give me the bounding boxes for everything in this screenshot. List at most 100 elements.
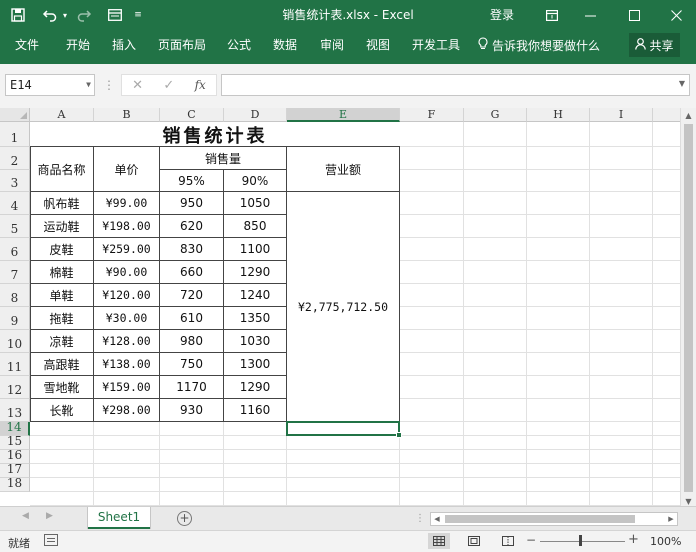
tab-review[interactable]: 审阅	[320, 30, 344, 60]
cell-sales-95[interactable]: 750	[160, 353, 224, 376]
selected-cell-e14[interactable]	[286, 421, 402, 438]
cell-unit-price[interactable]: ¥99.00	[94, 192, 160, 215]
table-title[interactable]: 销售统计表	[30, 122, 400, 147]
enter-icon[interactable]: ✓	[163, 78, 174, 93]
close-icon[interactable]	[660, 0, 692, 30]
header-unit-price[interactable]: 单价	[94, 147, 160, 192]
cell-product-name[interactable]: 单鞋	[30, 284, 94, 307]
tab-view[interactable]: 视图	[366, 30, 390, 60]
cell-product-name[interactable]: 皮鞋	[30, 238, 94, 261]
cancel-icon[interactable]: ✕	[132, 78, 143, 93]
column-header-d[interactable]: D	[224, 108, 287, 122]
cell-sales-95[interactable]: 950	[160, 192, 224, 215]
vertical-scroll-thumb[interactable]	[684, 124, 693, 492]
header-sales-95[interactable]: 95%	[160, 170, 224, 192]
prev-sheet-icon[interactable]: ◀	[22, 511, 29, 521]
chevron-down-icon[interactable]: ▼	[86, 75, 91, 95]
cell-unit-price[interactable]: ¥259.00	[94, 238, 160, 261]
customize-icon[interactable]: ≡	[132, 0, 144, 30]
row-header-4[interactable]: 4	[0, 192, 30, 215]
cell-unit-price[interactable]: ¥138.00	[94, 353, 160, 376]
formula-input[interactable]: ▼	[221, 74, 690, 96]
row-header-2[interactable]: 2	[0, 147, 30, 170]
header-revenue[interactable]: 营业额	[287, 147, 400, 192]
cell-sales-95[interactable]: 980	[160, 330, 224, 353]
cell-sales-95[interactable]: 1170	[160, 376, 224, 399]
form-icon[interactable]	[106, 0, 124, 30]
cell-sales-95[interactable]: 930	[160, 399, 224, 422]
tell-me-box[interactable]: 告诉我你想要做什么	[478, 30, 600, 60]
tab-home[interactable]: 开始	[66, 30, 90, 60]
tab-developer[interactable]: 开发工具	[412, 30, 460, 60]
row-header-9[interactable]: 9	[0, 307, 30, 330]
column-header-c[interactable]: C	[160, 108, 224, 122]
zoom-slider-thumb[interactable]	[579, 535, 582, 546]
cell-product-name[interactable]: 帆布鞋	[30, 192, 94, 215]
page-break-view-icon[interactable]	[497, 533, 519, 549]
header-sales-volume[interactable]: 销售量	[160, 147, 287, 170]
cell-sales-95[interactable]: 720	[160, 284, 224, 307]
cell-product-name[interactable]: 凉鞋	[30, 330, 94, 353]
minimize-icon[interactable]	[574, 0, 606, 30]
worksheet-grid[interactable]: ABCDEFGHI 1 2 3 4 5 6 7 8 9 10 11 12 13 14 15 16 17 18 销售…	[0, 108, 680, 506]
cell-sales-90[interactable]: 850	[224, 215, 287, 238]
horizontal-scrollbar[interactable]: ◀ ▶	[430, 512, 678, 526]
insert-function-icon[interactable]: fx	[195, 78, 206, 92]
next-sheet-icon[interactable]: ▶	[46, 511, 53, 521]
select-all-corner[interactable]	[0, 108, 30, 122]
row-header-11[interactable]: 11	[0, 353, 30, 376]
cell-unit-price[interactable]: ¥159.00	[94, 376, 160, 399]
share-button[interactable]: 共享	[629, 33, 680, 57]
cell-product-name[interactable]: 雪地靴	[30, 376, 94, 399]
cell-product-name[interactable]: 长靴	[30, 399, 94, 422]
zoom-in-icon[interactable]: +	[628, 532, 639, 547]
zoom-level[interactable]: 100%	[650, 535, 681, 548]
column-header-e[interactable]: E	[287, 108, 400, 122]
tab-data[interactable]: 数据	[273, 30, 297, 60]
row-header-5[interactable]: 5	[0, 215, 30, 238]
cell-unit-price[interactable]: ¥198.00	[94, 215, 160, 238]
cell-sales-90[interactable]: 1240	[224, 284, 287, 307]
cell-unit-price[interactable]: ¥120.00	[94, 284, 160, 307]
header-sales-90[interactable]: 90%	[224, 170, 287, 192]
zoom-out-icon[interactable]: −	[526, 533, 536, 547]
add-sheet-icon[interactable]: +	[177, 511, 192, 526]
row-header-6[interactable]: 6	[0, 238, 30, 261]
row-header-8[interactable]: 8	[0, 284, 30, 307]
cell-product-name[interactable]: 运动鞋	[30, 215, 94, 238]
undo-dropdown-icon[interactable]: ▾	[60, 0, 70, 30]
row-header-12[interactable]: 12	[0, 376, 30, 399]
header-product-name[interactable]: 商品名称	[30, 147, 94, 192]
split-grip[interactable]: ⋮	[415, 513, 425, 524]
column-header-i[interactable]: I	[590, 108, 653, 122]
undo-icon[interactable]	[40, 0, 60, 30]
maximize-icon[interactable]	[618, 0, 650, 30]
tab-file[interactable]: 文件	[15, 30, 39, 60]
cell-sales-95[interactable]: 610	[160, 307, 224, 330]
column-header-g[interactable]: G	[464, 108, 527, 122]
cell-sales-90[interactable]: 1290	[224, 261, 287, 284]
redo-icon[interactable]	[74, 0, 94, 30]
ribbon-display-icon[interactable]	[536, 0, 568, 30]
sheet-tab-sheet1[interactable]: Sheet1	[88, 507, 150, 529]
cell-sales-90[interactable]: 1300	[224, 353, 287, 376]
cell-unit-price[interactable]: ¥298.00	[94, 399, 160, 422]
row-header-7[interactable]: 7	[0, 261, 30, 284]
tab-formulas[interactable]: 公式	[227, 30, 251, 60]
cell-sales-90[interactable]: 1350	[224, 307, 287, 330]
cell-sales-95[interactable]: 830	[160, 238, 224, 261]
cell-sales-90[interactable]: 1050	[224, 192, 287, 215]
row-header-3[interactable]: 3	[0, 170, 30, 192]
cell-sales-95[interactable]: 660	[160, 261, 224, 284]
cell-unit-price[interactable]: ¥90.00	[94, 261, 160, 284]
cell-unit-price[interactable]: ¥128.00	[94, 330, 160, 353]
tab-page-layout[interactable]: 页面布局	[158, 30, 206, 60]
normal-view-icon[interactable]	[428, 533, 450, 549]
column-header-a[interactable]: A	[30, 108, 94, 122]
page-layout-view-icon[interactable]	[463, 533, 485, 549]
scroll-up-icon[interactable]: ▲	[681, 108, 696, 122]
cell-sales-90[interactable]: 1160	[224, 399, 287, 422]
horizontal-scroll-thumb[interactable]	[445, 515, 635, 523]
name-box[interactable]: E14 ▼	[5, 74, 95, 96]
save-icon[interactable]	[8, 0, 28, 30]
